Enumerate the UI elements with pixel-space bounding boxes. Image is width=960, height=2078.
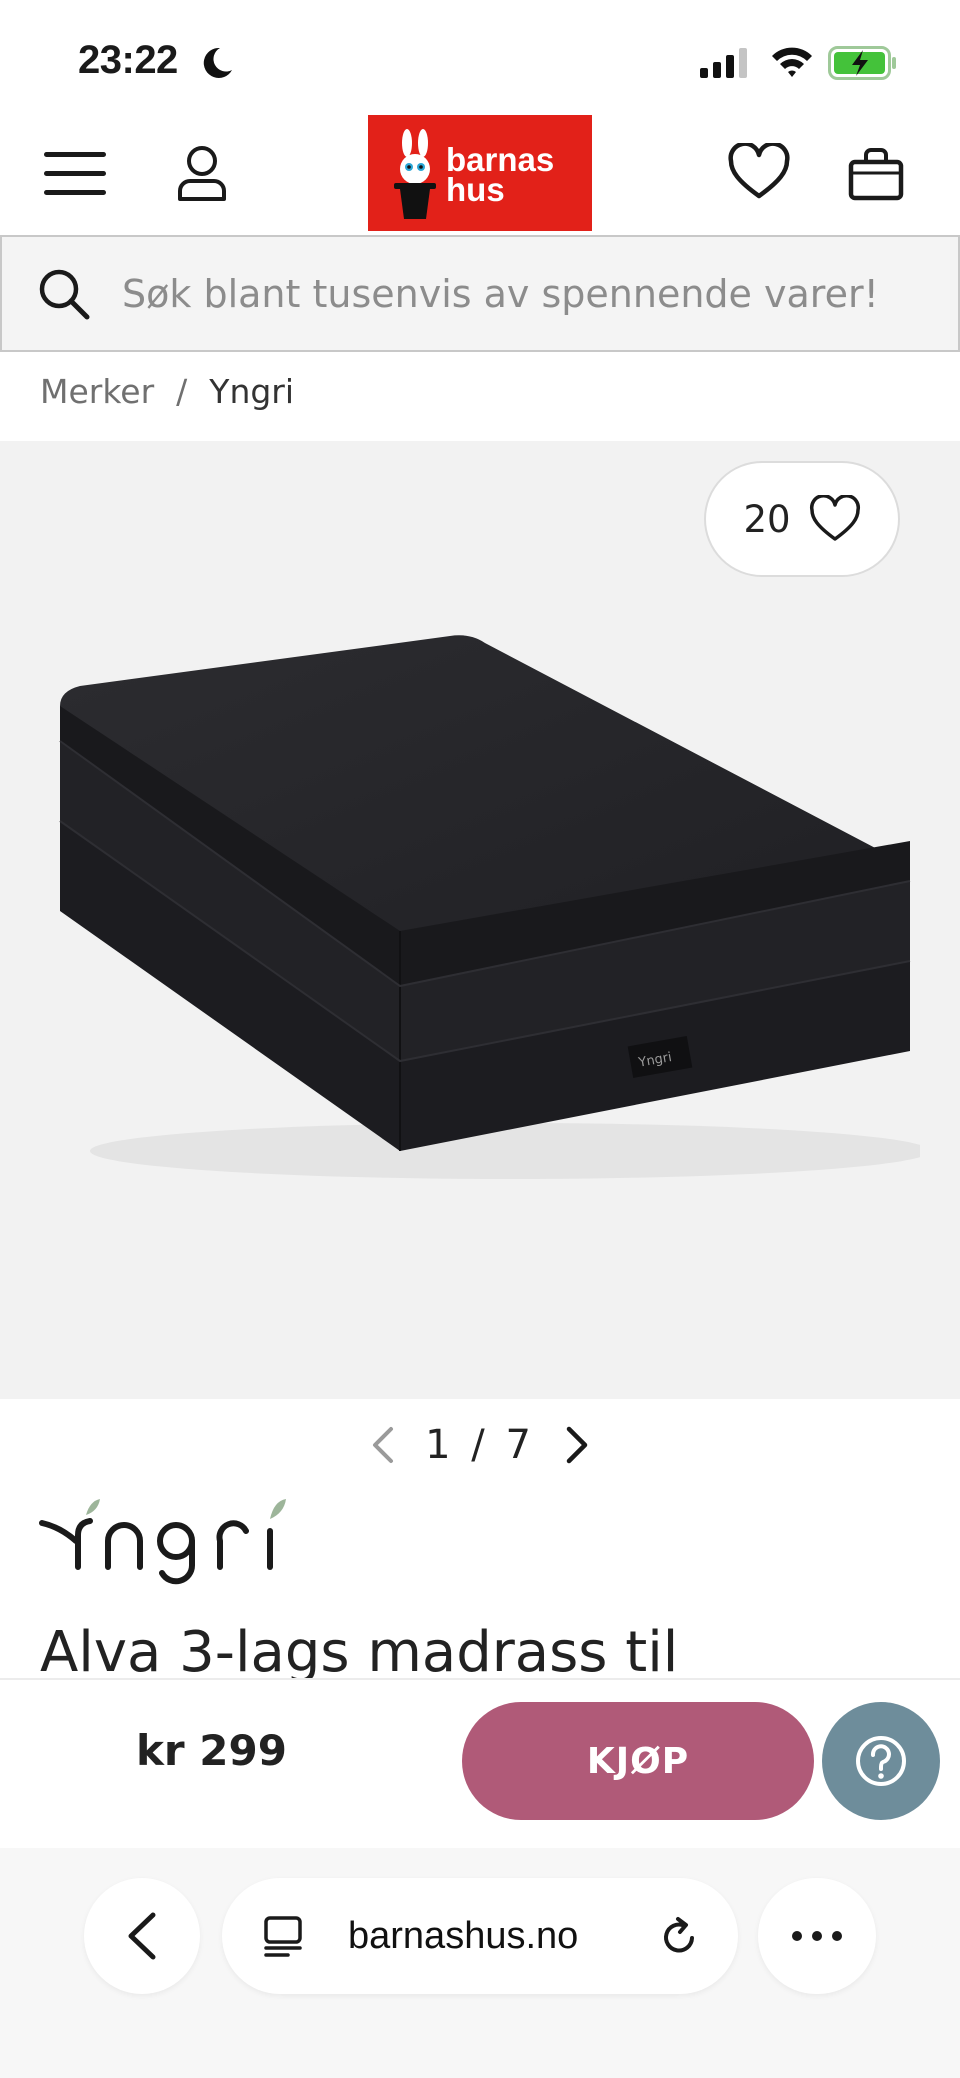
status-bar: 23:22	[0, 0, 960, 115]
heart-outline-icon	[809, 495, 860, 541]
prev-image-icon[interactable]	[369, 1425, 395, 1465]
search-input[interactable]: Søk blant tusenvis av spennende varer!	[122, 272, 879, 316]
reload-icon[interactable]	[658, 1916, 700, 1958]
product-image-gallery[interactable]: 20 Yngri	[0, 441, 960, 1399]
back-icon	[128, 1912, 156, 1960]
breadcrumb-separator: /	[176, 372, 188, 411]
rabbit-logo-icon	[394, 129, 436, 219]
logo-text: barnas hus	[446, 143, 554, 208]
brand-logo-yngri[interactable]	[38, 1495, 308, 1585]
next-image-icon[interactable]	[565, 1425, 591, 1465]
help-button[interactable]	[822, 1702, 940, 1820]
battery-charging-icon	[828, 46, 896, 80]
barnashus-logo[interactable]: barnas hus	[368, 115, 592, 231]
wifi-icon	[772, 47, 812, 77]
more-icon	[792, 1931, 842, 1941]
search-bar[interactable]: Søk blant tusenvis av spennende varer!	[0, 235, 960, 352]
reader-icon[interactable]	[262, 1915, 304, 1957]
site-header: barnas hus	[0, 115, 960, 232]
image-pager-text: 1 / 7	[425, 1422, 535, 1468]
search-icon	[39, 269, 90, 319]
signal-icon	[700, 48, 747, 78]
buy-button[interactable]: KJØP	[462, 1702, 814, 1820]
account-icon[interactable]	[172, 143, 232, 203]
browser-toolbar: barnashus.no	[0, 1848, 960, 2078]
menu-icon[interactable]	[44, 148, 108, 200]
product-price: kr 299	[136, 1726, 287, 1775]
logo-text-line2: hus	[446, 171, 505, 208]
favorite-button[interactable]: 20	[704, 461, 900, 577]
breadcrumb-link-merker[interactable]: Merker	[40, 372, 154, 411]
moon-icon	[203, 47, 232, 78]
buy-bar: kr 299 KJØP	[0, 1678, 960, 1848]
heart-icon[interactable]	[728, 143, 790, 201]
image-pager: 1 / 7	[0, 1422, 960, 1468]
more-button[interactable]	[758, 1878, 876, 1994]
back-button[interactable]	[84, 1878, 200, 1994]
favorite-count: 20	[743, 497, 791, 541]
product-image-mattress: Yngri	[59, 635, 920, 1179]
product-title: Alva 3-lags madrass til	[40, 1620, 679, 1685]
address-bar[interactable]: barnashus.no	[222, 1878, 738, 1994]
url-text: barnashus.no	[348, 1914, 579, 1957]
help-icon	[856, 1736, 906, 1786]
status-time: 23:22	[78, 38, 178, 82]
breadcrumb-current: Yngri	[209, 372, 295, 411]
breadcrumb: Merker / Yngri	[40, 372, 294, 411]
bag-icon[interactable]	[848, 145, 904, 201]
